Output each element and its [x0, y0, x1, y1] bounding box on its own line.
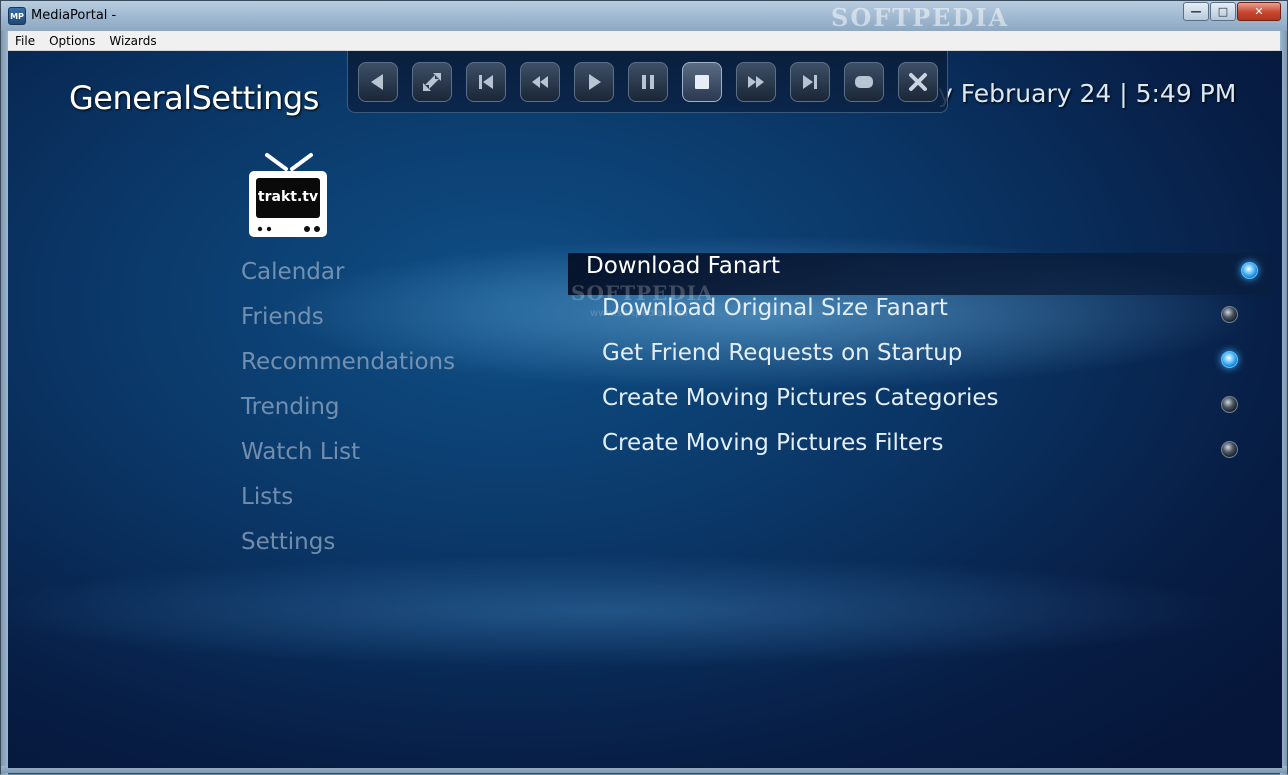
- close-window-button[interactable]: ✕: [1237, 2, 1281, 21]
- option-label: Create Moving Pictures Filters: [602, 430, 944, 456]
- title-watermark: SOFTPEDIA: [831, 3, 1010, 32]
- minimize-button[interactable]: —: [1183, 2, 1209, 21]
- rewind-icon: [532, 76, 548, 88]
- triangle-left-icon: [371, 74, 383, 90]
- menu-item-trending[interactable]: Trending: [241, 388, 455, 433]
- option-get-friend-requests[interactable]: Get Friend Requests on Startup: [568, 340, 1274, 385]
- menu-item-recommendations[interactable]: Recommendations: [241, 343, 455, 388]
- skip-previous-icon: [479, 75, 493, 89]
- osd-stop-button[interactable]: [682, 62, 722, 102]
- option-label: Get Friend Requests on Startup: [602, 340, 963, 366]
- menu-wizards[interactable]: Wizards: [102, 31, 163, 51]
- osd-pause-button[interactable]: [628, 62, 668, 102]
- toggle-on-icon[interactable]: [1221, 351, 1238, 368]
- menu-item-friends[interactable]: Friends: [241, 298, 455, 343]
- menu-item-calendar[interactable]: Calendar: [241, 253, 455, 298]
- date-time-display: y February 24 | 5:49 PM: [938, 79, 1237, 108]
- pause-icon: [642, 75, 654, 89]
- osd-record-button[interactable]: [844, 62, 884, 102]
- menu-item-settings[interactable]: Settings: [241, 523, 455, 568]
- toggle-off-icon[interactable]: [1221, 441, 1238, 458]
- play-icon: [589, 74, 601, 90]
- option-label: Download Fanart: [586, 253, 780, 279]
- maximize-button[interactable]: □: [1210, 2, 1236, 21]
- option-label: Create Moving Pictures Categories: [602, 385, 999, 411]
- page-title: GeneralSettings: [69, 79, 319, 117]
- rounded-square-icon: [855, 76, 873, 88]
- logo-text: trakt.tv: [257, 189, 319, 205]
- option-create-moving-pictures-filters[interactable]: Create Moving Pictures Filters: [568, 430, 1274, 475]
- stop-icon: [695, 75, 709, 89]
- title-bar[interactable]: MP MediaPortal - SOFTPEDIA — □ ✕: [1, 1, 1287, 32]
- menu-file[interactable]: File: [8, 31, 42, 51]
- toggle-off-icon[interactable]: [1221, 396, 1238, 413]
- trakt-menu-list: Calendar Friends Recommendations Trendin…: [241, 253, 455, 568]
- menu-item-lists[interactable]: Lists: [241, 478, 455, 523]
- window-frame-left: [1, 31, 8, 775]
- skip-next-icon: [803, 75, 817, 89]
- close-icon: [909, 73, 927, 91]
- osd-fast-forward-button[interactable]: [736, 62, 776, 102]
- osd-next-button[interactable]: [790, 62, 830, 102]
- osd-previous-button[interactable]: [466, 62, 506, 102]
- toggle-off-icon[interactable]: [1221, 306, 1238, 323]
- toggle-on-icon[interactable]: [1241, 262, 1258, 279]
- playback-osd-bar: [347, 51, 948, 113]
- osd-play-button[interactable]: [574, 62, 614, 102]
- swap-icon: [423, 73, 441, 91]
- window-title: MediaPortal -: [31, 8, 117, 23]
- softpedia-watermark-url: www.softpedia.com: [590, 308, 688, 319]
- osd-back-button[interactable]: [358, 62, 398, 102]
- app-window: MP MediaPortal - SOFTPEDIA — □ ✕ File Op…: [0, 0, 1288, 775]
- menu-bar: File Options Wizards: [8, 31, 1282, 51]
- menu-item-watch-list[interactable]: Watch List: [241, 433, 455, 478]
- softpedia-watermark: SOFTPEDIA: [571, 281, 714, 305]
- option-create-moving-pictures-categories[interactable]: Create Moving Pictures Categories: [568, 385, 1274, 430]
- osd-rewind-button[interactable]: [520, 62, 560, 102]
- fast-forward-icon: [748, 76, 764, 88]
- mediaportal-app-icon[interactable]: MP: [8, 7, 26, 25]
- osd-close-button[interactable]: [898, 62, 938, 102]
- menu-options[interactable]: Options: [42, 31, 102, 51]
- osd-swap-button[interactable]: [412, 62, 452, 102]
- mediaportal-screen: GeneralSettings y February 24 | 5:49 PM: [8, 51, 1282, 768]
